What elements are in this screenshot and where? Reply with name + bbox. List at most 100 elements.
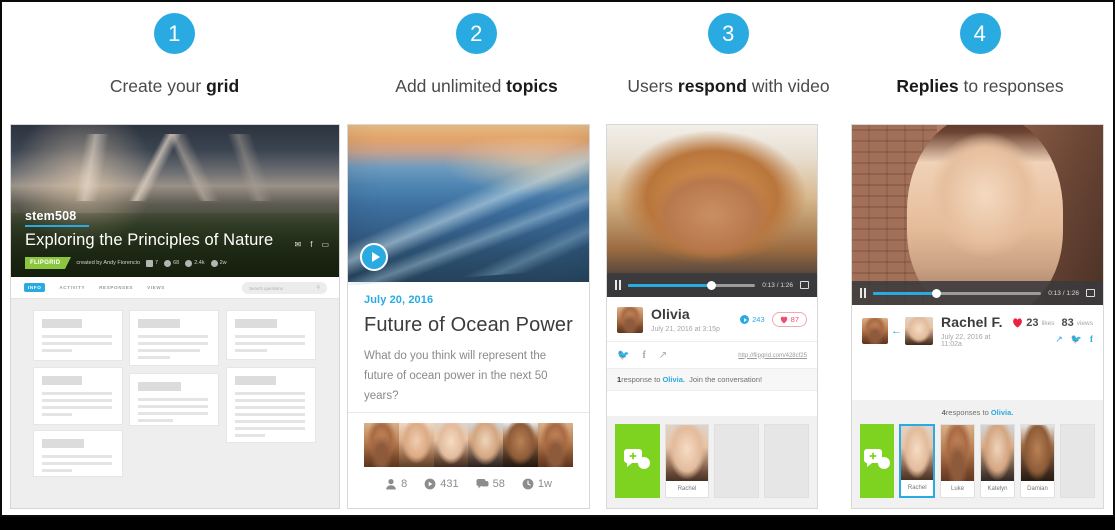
placeholder-title-bar	[235, 319, 277, 328]
reply-video-progress-fill	[873, 291, 937, 295]
response-tile-empty-2	[764, 424, 809, 498]
embed-icon[interactable]: ▭	[321, 240, 329, 249]
topic-date: July 20, 2016	[364, 294, 434, 306]
response-like-button[interactable]: 87	[771, 312, 807, 327]
topic-stat-age-value: 1w	[537, 478, 552, 490]
reply-tile-luke[interactable]: Luke	[940, 424, 975, 498]
screenshot-frame: 1 Create your grid ✉ f ▭ stem508 Explori…	[0, 0, 1115, 517]
grid-search-placeholder: Search questions	[249, 285, 283, 291]
grid-topic-placeholder-card[interactable]	[33, 367, 123, 425]
placeholder-title-bar	[42, 439, 84, 448]
reply-views-value: 83	[1061, 317, 1074, 329]
facebook-icon[interactable]: f	[642, 350, 645, 361]
comment-icon	[476, 479, 489, 489]
topic-hero-image	[348, 125, 589, 282]
response-tile-rachel[interactable]: Rachel	[664, 424, 710, 498]
share-icon[interactable]: ↗	[1055, 334, 1063, 345]
placeholder-text-line	[42, 342, 112, 345]
share-icon[interactable]: ↗	[659, 350, 667, 361]
grid-screenshot-card[interactable]: ✉ f ▭ stem508 Exploring the Principles o…	[10, 124, 340, 509]
add-response-tile[interactable]	[615, 424, 660, 498]
reply-video-frame	[852, 125, 1103, 305]
placeholder-text-line	[42, 399, 112, 402]
step-title-2-plain: Add unlimited	[395, 76, 507, 96]
play-icon[interactable]	[360, 243, 388, 271]
reply-author-link[interactable]: Olivia.	[991, 408, 1014, 417]
reply-tile-rachel[interactable]: Rachel	[899, 424, 935, 498]
grid-stat-topics-value: 7	[155, 260, 159, 266]
response-join-cta[interactable]: Join the conversation!	[689, 375, 762, 384]
reply-tile-katelyn[interactable]: Katelyn	[980, 424, 1015, 498]
topic-stat-participants-value: 8	[401, 478, 408, 490]
reply-video-card[interactable]: 0:13 / 1:26 ← Rachel F. July 22, 2016 at…	[851, 124, 1104, 509]
participant-face-olivia[interactable]	[538, 423, 573, 467]
participant-face-katelyn[interactable]	[468, 423, 504, 467]
reply-video-controls-bar[interactable]: 0:13 / 1:26	[852, 281, 1103, 305]
response-share-row: 🐦 f ↗ http://flipgrid.com/428cf25	[607, 341, 817, 368]
reply-tile-label-damian: Damian	[1021, 481, 1054, 497]
twitter-icon[interactable]: 🐦	[1071, 334, 1082, 345]
grid-search-input[interactable]: Search questions ⚲	[242, 282, 327, 294]
fullscreen-icon[interactable]	[1086, 289, 1095, 297]
add-reply-tile[interactable]	[860, 424, 895, 498]
person-icon	[386, 479, 396, 490]
video-progress-fill	[628, 283, 712, 287]
grid-topic-placeholder-card[interactable]	[226, 310, 316, 360]
reply-video-time-display: 0:13 / 1:26	[1048, 289, 1079, 297]
step-column-3: 3 Users respond with video 0:13 / 1:26 O…	[606, 2, 851, 515]
grid-handle-underline	[25, 225, 89, 227]
fullscreen-icon[interactable]	[800, 281, 809, 289]
placeholder-title-bar	[42, 376, 82, 385]
response-share-url[interactable]: http://flipgrid.com/428cf25	[738, 353, 807, 359]
grid-nav-item-views[interactable]: VIEWS	[147, 285, 165, 290]
response-count-label: response to	[621, 375, 663, 384]
grid-topic-placeholder-card[interactable]	[33, 430, 123, 477]
video-progress-slider[interactable]	[628, 280, 756, 290]
participant-face-sara[interactable]	[433, 423, 469, 467]
response-video-player[interactable]: 0:13 / 1:26	[607, 125, 817, 297]
magnifier-icon: ⚲	[316, 285, 320, 291]
participant-face-damian[interactable]	[503, 423, 539, 467]
luke-face	[941, 425, 974, 483]
facebook-icon[interactable]: f	[310, 240, 312, 249]
response-author-link[interactable]: Olivia.	[662, 375, 685, 384]
pause-icon[interactable]	[860, 288, 866, 298]
placeholder-title-bar	[42, 319, 83, 328]
facebook-icon[interactable]: f	[1090, 334, 1093, 345]
topic-card[interactable]: July 20, 2016 Future of Ocean Power What…	[347, 124, 590, 509]
response-conversation-prompt: 1response to Olivia. Join the conversati…	[607, 368, 817, 391]
rachel-avatar[interactable]	[905, 317, 933, 345]
response-video-card[interactable]: 0:13 / 1:26 Olivia July 21, 2016 at 3:15…	[606, 124, 818, 509]
placeholder-text-line	[42, 462, 112, 465]
grid-nav-item-info[interactable]: INFO	[24, 283, 46, 292]
heart-icon	[780, 316, 787, 323]
twitter-icon[interactable]: 🐦	[617, 350, 629, 361]
grid-nav-item-responses[interactable]: RESPONSES	[99, 285, 133, 290]
pause-icon[interactable]	[615, 280, 621, 290]
reply-tile-damian[interactable]: Damian	[1020, 424, 1055, 498]
olivia-avatar[interactable]	[617, 306, 643, 333]
heart-icon[interactable]	[1012, 318, 1023, 328]
grid-nav-item-activity[interactable]: ACTIVITY	[59, 285, 85, 290]
video-controls-bar[interactable]: 0:13 / 1:26	[607, 273, 817, 297]
olivia-avatar[interactable]	[862, 318, 888, 344]
video-progress-knob[interactable]	[707, 280, 717, 290]
step-column-2: 2 Add unlimited topics July 20, 2016 Fut…	[347, 2, 606, 515]
grid-topic-placeholder-card[interactable]	[226, 367, 316, 443]
grid-topic-placeholder-card[interactable]	[129, 373, 219, 426]
reply-video-progress-slider[interactable]	[873, 288, 1042, 298]
reply-share-row: ↗ 🐦 f	[1012, 334, 1093, 345]
grid-topic-placeholder-card[interactable]	[33, 310, 123, 361]
reply-tiles-strip: 4responses to Olivia. Rachel Luke Kately…	[852, 400, 1103, 508]
twitter-icon[interactable]: ✉	[295, 240, 302, 249]
participant-face-luke[interactable]	[364, 423, 399, 467]
step-title-3: Users respond with video	[606, 76, 851, 97]
placeholder-text-line	[42, 406, 112, 409]
participant-face-amy[interactable]	[398, 423, 434, 467]
grid-topic-placeholder-card[interactable]	[129, 310, 219, 366]
step-title-2: Add unlimited topics	[347, 76, 606, 97]
reply-video-progress-knob[interactable]	[932, 288, 942, 298]
reply-video-player[interactable]: 0:13 / 1:26	[852, 125, 1103, 305]
placeholder-text-line	[235, 427, 305, 430]
topic-stat-comments: 58	[476, 478, 505, 490]
